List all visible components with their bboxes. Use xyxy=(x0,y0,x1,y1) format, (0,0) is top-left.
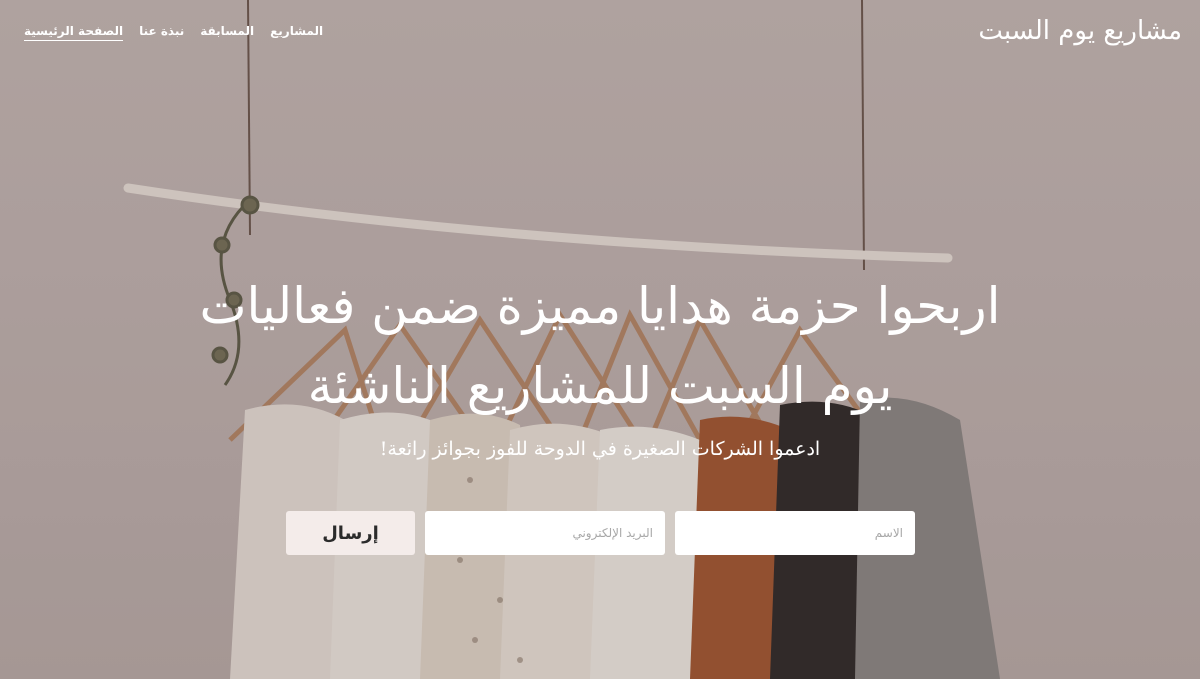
submit-button[interactable]: إرسال xyxy=(286,511,415,555)
site-brand[interactable]: مشاريع يوم السبت xyxy=(978,16,1182,46)
nav-projects[interactable]: المشاريع xyxy=(270,24,323,41)
nav-about[interactable]: نبذة عنا xyxy=(139,24,184,41)
hero-title-line2: يوم السبت للمشاريع الناشئة xyxy=(307,357,893,415)
signup-form: إرسال xyxy=(286,511,915,555)
nav-home[interactable]: الصفحة الرئيسية xyxy=(24,24,124,41)
hero-title-line1: اربحوا حزمة هدايا مميزة ضمن فعاليات xyxy=(199,277,1001,335)
hero-title: اربحوا حزمة هدايا مميزة ضمن فعاليات يوم … xyxy=(100,266,1100,426)
main-nav: الصفحة الرئيسية نبذة عنا المسابقة المشار… xyxy=(24,24,323,41)
hero-subtitle: ادعموا الشركات الصغيرة في الدوحة للفوز ب… xyxy=(379,438,821,460)
nav-contest[interactable]: المسابقة xyxy=(200,24,254,41)
email-input[interactable] xyxy=(425,511,665,555)
name-input[interactable] xyxy=(675,511,915,555)
